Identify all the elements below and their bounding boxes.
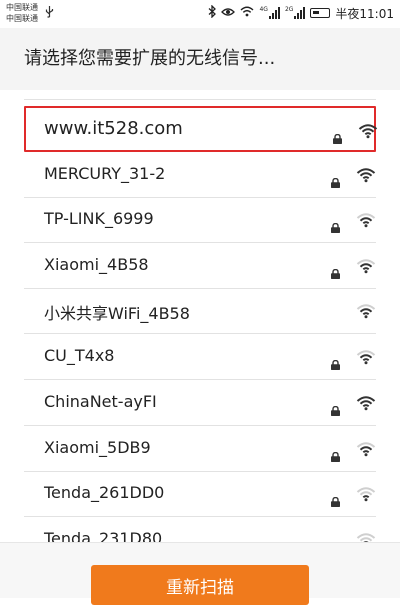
wifi-network-list[interactable]: www.it528.com MERCURY_31-2 TP-LINK_6999 Xia… — [0, 90, 400, 542]
network-row[interactable]: Tenda_261DD0 — [24, 471, 376, 517]
network-row[interactable]: Tenda_231D80 — [24, 517, 376, 542]
wifi-signal-icon — [356, 486, 376, 502]
lock-icon — [330, 218, 341, 233]
network-row[interactable] — [24, 90, 376, 100]
network-row[interactable]: CU_T4x8 — [24, 334, 376, 380]
lock-icon — [330, 355, 341, 370]
lock-icon — [330, 264, 341, 279]
rescan-button[interactable]: 重新扫描 — [91, 565, 309, 605]
network-name: Tenda_231D80 — [44, 529, 163, 542]
clock: 半夜11:01 — [335, 6, 394, 21]
wifi-signal-icon — [356, 441, 376, 457]
wifi-signal-icon — [356, 212, 376, 228]
network-row-selected[interactable]: www.it528.com — [24, 106, 378, 152]
network-name: Xiaomi_5DB9 — [44, 438, 151, 457]
usb-icon — [45, 6, 54, 21]
signal-icon — [294, 7, 306, 19]
network-row[interactable]: Xiaomi_5DB9 — [24, 426, 376, 472]
network-row[interactable]: TP-LINK_6999 — [24, 197, 376, 243]
wifi-signal-icon — [358, 123, 378, 139]
network-name: 小米共享WiFi_4B58 — [44, 304, 190, 323]
wifi-signal-icon — [356, 303, 376, 319]
network-row[interactable]: 小米共享WiFi_4B58 — [24, 288, 376, 334]
network-row[interactable]: Xiaomi_4B58 — [24, 243, 376, 289]
wifi-signal-icon — [356, 167, 376, 183]
wifi-signal-icon — [356, 258, 376, 274]
lock-icon — [330, 173, 341, 188]
lock-icon — [330, 401, 341, 416]
status-icons: 4G 2G 半夜11:01 — [208, 4, 394, 21]
battery-icon — [310, 8, 331, 18]
signal-type-label: 4G — [259, 6, 268, 13]
network-name: Xiaomi_4B58 — [44, 255, 149, 274]
network-name: Tenda_261DD0 — [44, 483, 165, 502]
signal-icon — [268, 7, 280, 19]
lock-icon — [330, 492, 341, 507]
eye-icon — [221, 6, 236, 20]
carrier-label: 中国联通 — [6, 14, 38, 23]
signal-type-label: 2G — [284, 6, 294, 13]
wifi-signal-icon — [356, 349, 376, 365]
page-title: 请选择您需要扩展的无线信号... — [24, 48, 276, 69]
network-name: TP-LINK_6999 — [44, 209, 154, 228]
network-name: ChinaNet-ayFI — [44, 392, 157, 411]
carrier-label: 中国联通 — [6, 3, 38, 12]
network-name: MERCURY_31-2 — [44, 164, 166, 183]
wifi-signal-icon — [356, 395, 376, 411]
network-row[interactable]: ChinaNet-ayFI — [24, 380, 376, 426]
lock-icon — [330, 447, 341, 462]
footer: 重新扫描 — [0, 542, 400, 605]
network-row[interactable]: MERCURY_31-2 — [24, 152, 376, 198]
network-name: CU_T4x8 — [44, 346, 115, 365]
network-name: www.it528.com — [44, 118, 183, 139]
wifi-signal-icon — [356, 532, 376, 542]
page-header: 请选择您需要扩展的无线信号... — [0, 28, 400, 90]
status-bar: 中国联通 中国联通 4G 2G 半夜11:01 — [0, 0, 400, 28]
bluetooth-icon — [208, 4, 217, 21]
wifi-icon — [240, 6, 254, 20]
lock-icon — [332, 129, 343, 144]
